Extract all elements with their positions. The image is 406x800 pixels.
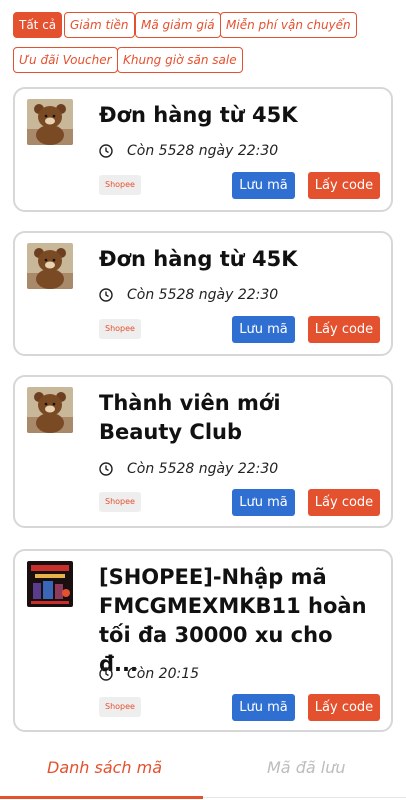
shop-badge: Shopee bbox=[99, 697, 141, 717]
save-code-button[interactable]: Lưu mã bbox=[232, 316, 295, 343]
shop-badge: Shopee bbox=[99, 492, 141, 512]
get-code-button[interactable]: Lấy code bbox=[308, 694, 380, 721]
filter-chip-free-shipping[interactable]: Miễn phí vận chuyển bbox=[220, 12, 357, 38]
get-code-button[interactable]: Lấy code bbox=[308, 316, 380, 343]
filter-chip-all[interactable]: Tất cả bbox=[13, 12, 63, 38]
filter-chip-discount[interactable]: Giảm tiền bbox=[64, 12, 135, 38]
promo-banner-icon bbox=[27, 561, 73, 607]
voucher-title: Đơn hàng từ 45K bbox=[99, 103, 298, 127]
voucher-expiry: Còn 20:15 bbox=[99, 666, 199, 682]
voucher-card: Thành viên mới Beauty Club Còn 5528 ngày… bbox=[13, 375, 393, 528]
voucher-card: [SHOPEE]-Nhập mã FMCGMEXMKB11 hoàn tối đ… bbox=[13, 549, 393, 732]
filter-chip-coupon[interactable]: Mã giảm giá bbox=[135, 12, 221, 38]
bear-icon bbox=[27, 387, 73, 433]
voucher-expiry: Còn 5528 ngày 22:30 bbox=[99, 143, 278, 159]
voucher-title: Thành viên mới Beauty Club bbox=[99, 391, 281, 444]
clock-icon bbox=[99, 288, 113, 302]
bear-icon bbox=[27, 99, 73, 145]
shop-badge: Shopee bbox=[99, 175, 141, 195]
voucher-card: Đơn hàng từ 45K Còn 5528 ngày 22:30 Shop… bbox=[13, 87, 393, 212]
get-code-button[interactable]: Lấy code bbox=[308, 489, 380, 516]
bear-icon bbox=[27, 243, 73, 289]
filter-chip-flash-sale[interactable]: Khung giờ săn sale bbox=[117, 47, 243, 73]
shop-badge: Shopee bbox=[99, 319, 141, 339]
filter-chip-voucher[interactable]: Ưu đãi Voucher bbox=[13, 47, 118, 73]
expiry-text: Còn 5528 ngày 22:30 bbox=[127, 287, 279, 303]
get-code-button[interactable]: Lấy code bbox=[308, 172, 380, 199]
tab-code-list[interactable]: Danh sách mã bbox=[47, 758, 162, 777]
clock-icon bbox=[99, 144, 113, 158]
bottom-tab-bar: Danh sách mã Mã đã lưu bbox=[0, 740, 406, 800]
expiry-text: Còn 5528 ngày 22:30 bbox=[127, 461, 279, 477]
voucher-expiry: Còn 5528 ngày 22:30 bbox=[99, 287, 278, 303]
active-tab-indicator bbox=[0, 796, 203, 799]
voucher-title: Đơn hàng từ 45K bbox=[99, 247, 298, 271]
expiry-text: Còn 5528 ngày 22:30 bbox=[127, 143, 279, 159]
voucher-expiry: Còn 5528 ngày 22:30 bbox=[99, 461, 278, 477]
save-code-button[interactable]: Lưu mã bbox=[232, 489, 295, 516]
voucher-card: Đơn hàng từ 45K Còn 5528 ngày 22:30 Shop… bbox=[13, 231, 393, 356]
clock-icon bbox=[99, 667, 113, 681]
tab-saved-codes[interactable]: Mã đã lưu bbox=[267, 758, 345, 777]
save-code-button[interactable]: Lưu mã bbox=[232, 694, 295, 721]
expiry-text: Còn 20:15 bbox=[127, 666, 200, 682]
save-code-button[interactable]: Lưu mã bbox=[232, 172, 295, 199]
clock-icon bbox=[99, 462, 113, 476]
voucher-title: [SHOPEE]-Nhập mã FMCGMEXMKB11 hoàn tối đ… bbox=[99, 565, 367, 676]
